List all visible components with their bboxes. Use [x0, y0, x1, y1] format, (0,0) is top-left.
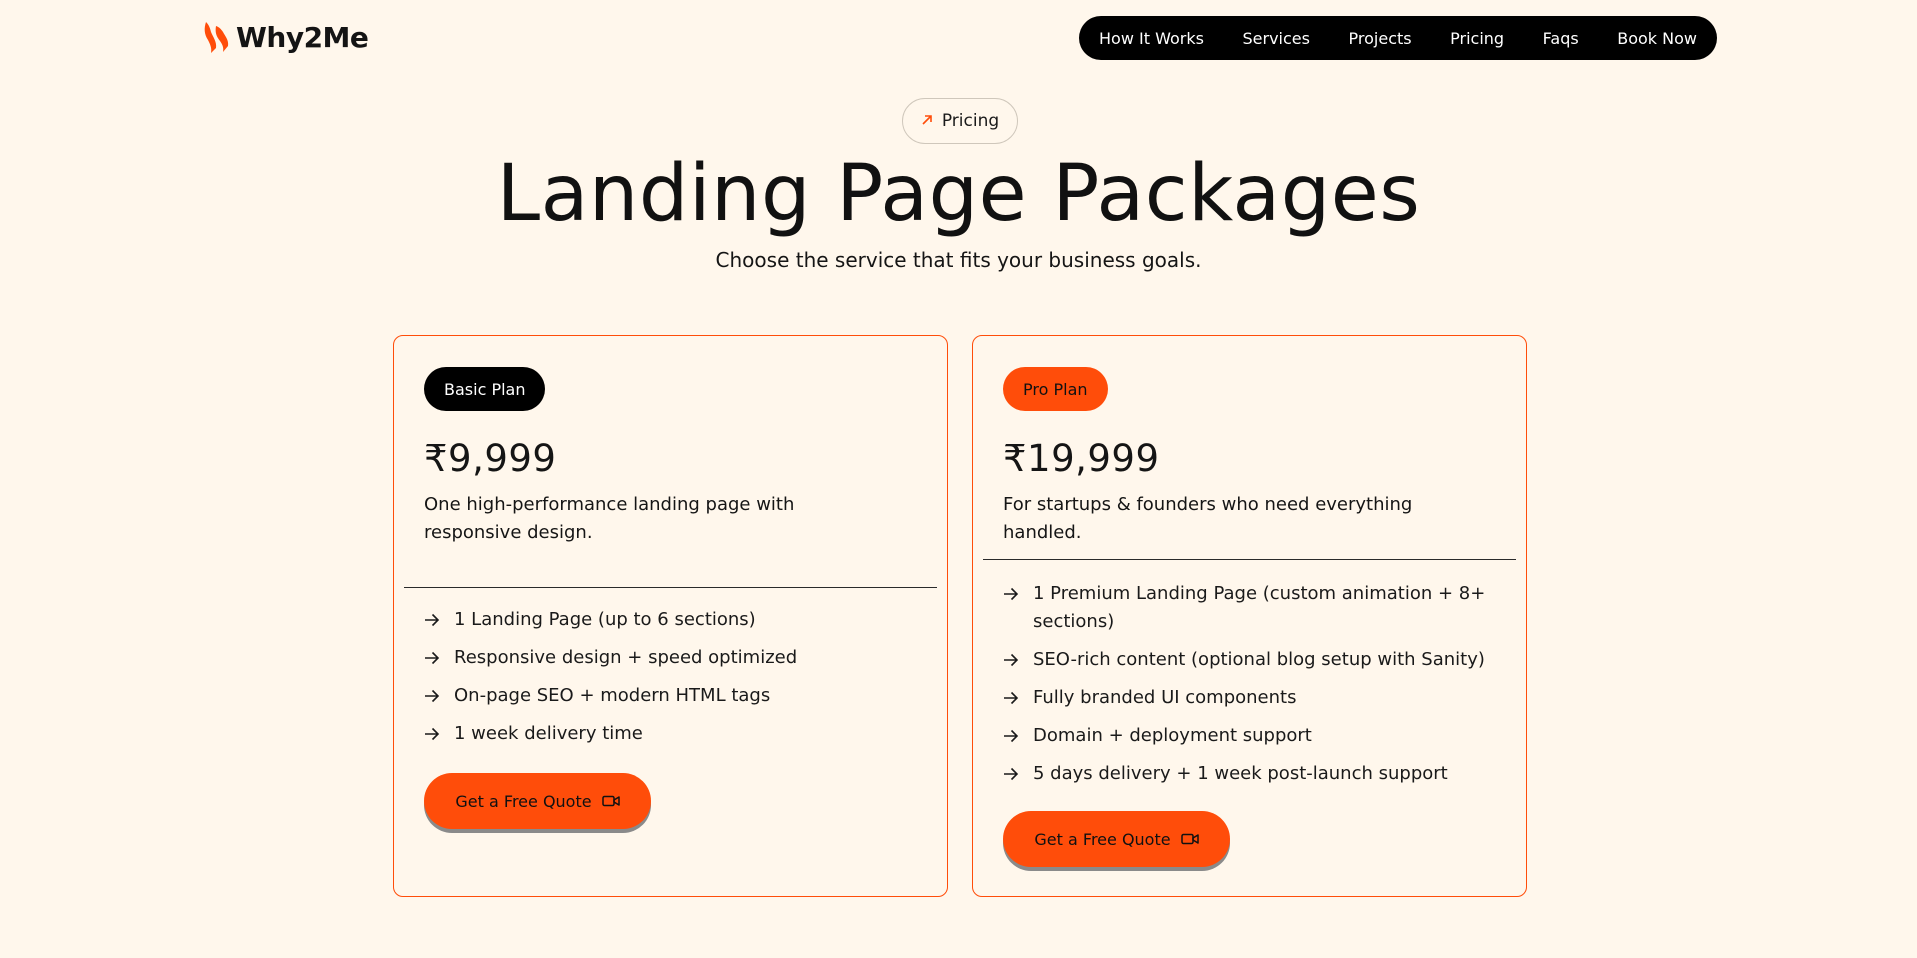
- feature-item: 1 week delivery time: [424, 720, 924, 748]
- feature-item: Responsive design + speed optimized: [424, 644, 924, 672]
- get-free-quote-label: Get a Free Quote: [1034, 829, 1171, 849]
- video-camera-icon: [1180, 833, 1199, 845]
- page-title: Landing Page Packages: [496, 149, 1421, 239]
- nav-item-faqs[interactable]: Faqs: [1543, 29, 1579, 48]
- feature-item: Fully branded UI components: [1003, 684, 1503, 712]
- arrow-right-icon: [424, 644, 442, 672]
- brand-logo[interactable]: Why2Me: [202, 20, 369, 54]
- arrow-right-icon: [1003, 722, 1021, 750]
- arrow-right-icon: [1003, 684, 1021, 712]
- nav-item-book-now[interactable]: Book Now: [1617, 29, 1697, 48]
- feature-text: SEO-rich content (optional blog setup wi…: [1033, 649, 1485, 670]
- nav-item-pricing[interactable]: Pricing: [1450, 29, 1504, 48]
- feature-text: Responsive design + speed optimized: [454, 647, 798, 668]
- nav-item-how-it-works[interactable]: How It Works: [1099, 29, 1204, 48]
- feature-item: SEO-rich content (optional blog setup wi…: [1003, 646, 1503, 674]
- pricing-card-basic: Basic Plan ₹9,999 One high-performance l…: [393, 335, 948, 897]
- arrow-right-icon: [1003, 760, 1021, 788]
- arrow-right-icon: [1003, 646, 1021, 674]
- feature-text: Fully branded UI components: [1033, 687, 1297, 708]
- feature-item: Domain + deployment support: [1003, 722, 1503, 750]
- feature-item: 1 Premium Landing Page (custom animation…: [1003, 580, 1503, 636]
- flame-logo-icon: [204, 22, 229, 53]
- feature-item: 5 days delivery + 1 week post-launch sup…: [1003, 760, 1503, 788]
- arrow-right-icon: [424, 720, 442, 748]
- section-pill: Pricing: [902, 98, 1018, 144]
- feature-text: Domain + deployment support: [1033, 725, 1312, 746]
- feature-list: 1 Landing Page (up to 6 sections) Respon…: [424, 606, 924, 758]
- pricing-card-pro: Pro Plan ₹19,999 For startups & founders…: [972, 335, 1527, 897]
- get-free-quote-button[interactable]: Get a Free Quote: [424, 773, 651, 829]
- feature-item: 1 Landing Page (up to 6 sections): [424, 606, 924, 634]
- plan-description: For startups & founders who need everyth…: [1003, 494, 1413, 543]
- section-pill-label: Pricing: [941, 111, 1000, 131]
- plan-badge: Pro Plan: [1003, 367, 1108, 411]
- feature-text: 5 days delivery + 1 week post-launch sup…: [1033, 763, 1448, 784]
- plan-badge: Basic Plan: [424, 367, 546, 411]
- plan-description: One high-performance landing page with r…: [424, 494, 795, 543]
- main-nav: How It Works Services Projects Pricing F…: [1079, 16, 1717, 60]
- plan-price: ₹19,999: [1003, 437, 1160, 480]
- divider: [404, 587, 937, 588]
- feature-item: On-page SEO + modern HTML tags: [424, 682, 924, 710]
- arrow-right-icon: [424, 606, 442, 634]
- get-free-quote-label: Get a Free Quote: [455, 791, 592, 811]
- brand-name: Why2Me: [236, 20, 369, 54]
- page-subtitle: Choose the service that fits your busine…: [715, 248, 1202, 272]
- arrow-right-icon: [424, 682, 442, 710]
- divider: [983, 559, 1516, 560]
- feature-text: 1 week delivery time: [454, 723, 643, 744]
- feature-list: 1 Premium Landing Page (custom animation…: [1003, 580, 1503, 798]
- video-camera-icon: [601, 795, 620, 807]
- plan-price: ₹9,999: [424, 437, 557, 480]
- get-free-quote-button[interactable]: Get a Free Quote: [1003, 811, 1230, 867]
- arrow-right-icon: [1003, 580, 1021, 608]
- arrow-up-right-icon: [921, 114, 933, 129]
- nav-item-projects[interactable]: Projects: [1349, 29, 1412, 48]
- nav-item-services[interactable]: Services: [1242, 29, 1309, 48]
- feature-text: 1 Premium Landing Page (custom animation…: [1033, 583, 1486, 632]
- feature-text: 1 Landing Page (up to 6 sections): [454, 609, 756, 630]
- feature-text: On-page SEO + modern HTML tags: [454, 685, 771, 706]
